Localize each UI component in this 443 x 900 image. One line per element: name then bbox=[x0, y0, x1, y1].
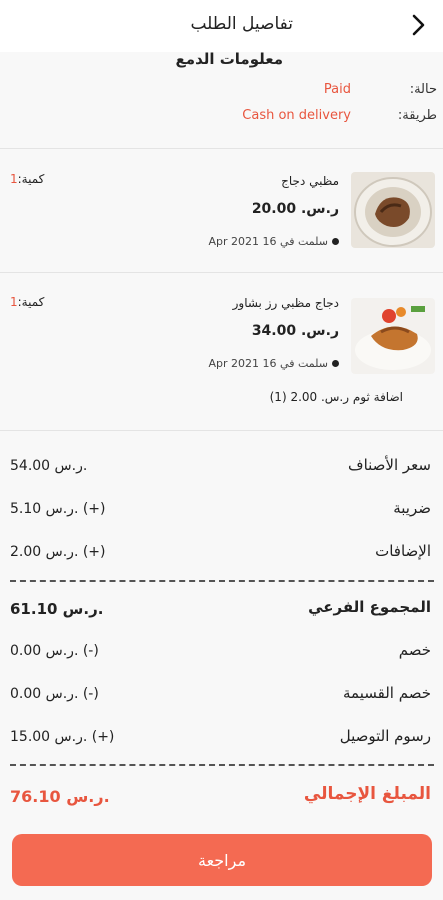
divider bbox=[0, 272, 443, 273]
discount-label: خصم bbox=[398, 641, 431, 659]
items-price-label: سعر الأصناف bbox=[348, 456, 431, 474]
delivered-date: سلمت في 16 Apr 2021 bbox=[208, 235, 328, 248]
tax-value: 5.10 ر.س. (+) bbox=[10, 501, 106, 517]
quantity-value: 1 bbox=[10, 295, 18, 309]
quantity-label: كمية: bbox=[17, 295, 45, 309]
payment-status-value: Paid bbox=[323, 82, 351, 97]
payment-method-value: Cash on delivery bbox=[242, 108, 351, 123]
item-addon: اضافة ثوم ر.س. 2.00 (1) bbox=[269, 390, 403, 404]
status-dot-icon bbox=[332, 360, 339, 367]
payment-status-label: حالة: bbox=[409, 82, 437, 97]
dashed-divider bbox=[10, 764, 434, 766]
divider bbox=[0, 148, 443, 149]
item-quantity: كمية:1 bbox=[10, 295, 44, 309]
discount-value: 0.00 ر.س. (-) bbox=[10, 643, 99, 659]
tax-label: ضريبة bbox=[393, 499, 431, 517]
status-dot-icon bbox=[332, 238, 339, 245]
delivery-status: سلمت في 16 Apr 2021 bbox=[209, 235, 339, 248]
chevron-left-icon[interactable] bbox=[407, 12, 429, 38]
total-label: المبلغ الإجمالي bbox=[303, 784, 431, 804]
item-image bbox=[351, 298, 435, 374]
app-header: تفاصيل الطلب bbox=[0, 0, 443, 52]
item-quantity: كمية:1 bbox=[10, 172, 44, 186]
coupon-discount-value: 0.00 ر.س. (-) bbox=[10, 686, 99, 702]
items-price-value: 54.00 ر.س. bbox=[10, 458, 88, 474]
addons-label: الإضافات bbox=[375, 542, 431, 560]
item-name: مظبي دجاج bbox=[281, 174, 339, 188]
coupon-discount-label: خصم القسيمة bbox=[343, 684, 431, 702]
delivery-status: سلمت في 16 Apr 2021 bbox=[209, 357, 339, 370]
item-price: ر.س. 20.00 bbox=[251, 201, 339, 217]
payment-method-label: طريقة: bbox=[397, 108, 437, 123]
delivery-fee-value: 15.00 ر.س. (+) bbox=[10, 729, 115, 745]
divider bbox=[0, 430, 443, 431]
subtotal-value: 61.10 ر.س. bbox=[10, 600, 104, 618]
payment-section-title: معلومات الدمع bbox=[175, 50, 283, 68]
dashed-divider bbox=[10, 580, 434, 582]
addons-value: 2.00 ر.س. (+) bbox=[10, 544, 106, 560]
page-title: تفاصيل الطلب bbox=[190, 14, 293, 34]
item-price: ر.س. 34.00 bbox=[251, 323, 339, 339]
item-name: دجاج مظبي رز بشاور bbox=[232, 296, 339, 310]
quantity-label: كمية: bbox=[17, 172, 45, 186]
delivered-date: سلمت في 16 Apr 2021 bbox=[208, 357, 328, 370]
quantity-value: 1 bbox=[10, 172, 18, 186]
order-details-page: معلومات الدمع حالة: Paid طريقة: Cash on … bbox=[0, 50, 443, 900]
subtotal-label: المجموع الفرعي bbox=[308, 598, 431, 616]
item-image bbox=[351, 172, 435, 248]
total-value: 76.10 ر.س. bbox=[10, 787, 110, 806]
review-button[interactable]: مراجعة bbox=[12, 834, 432, 886]
delivery-fee-label: رسوم التوصيل bbox=[339, 727, 431, 745]
